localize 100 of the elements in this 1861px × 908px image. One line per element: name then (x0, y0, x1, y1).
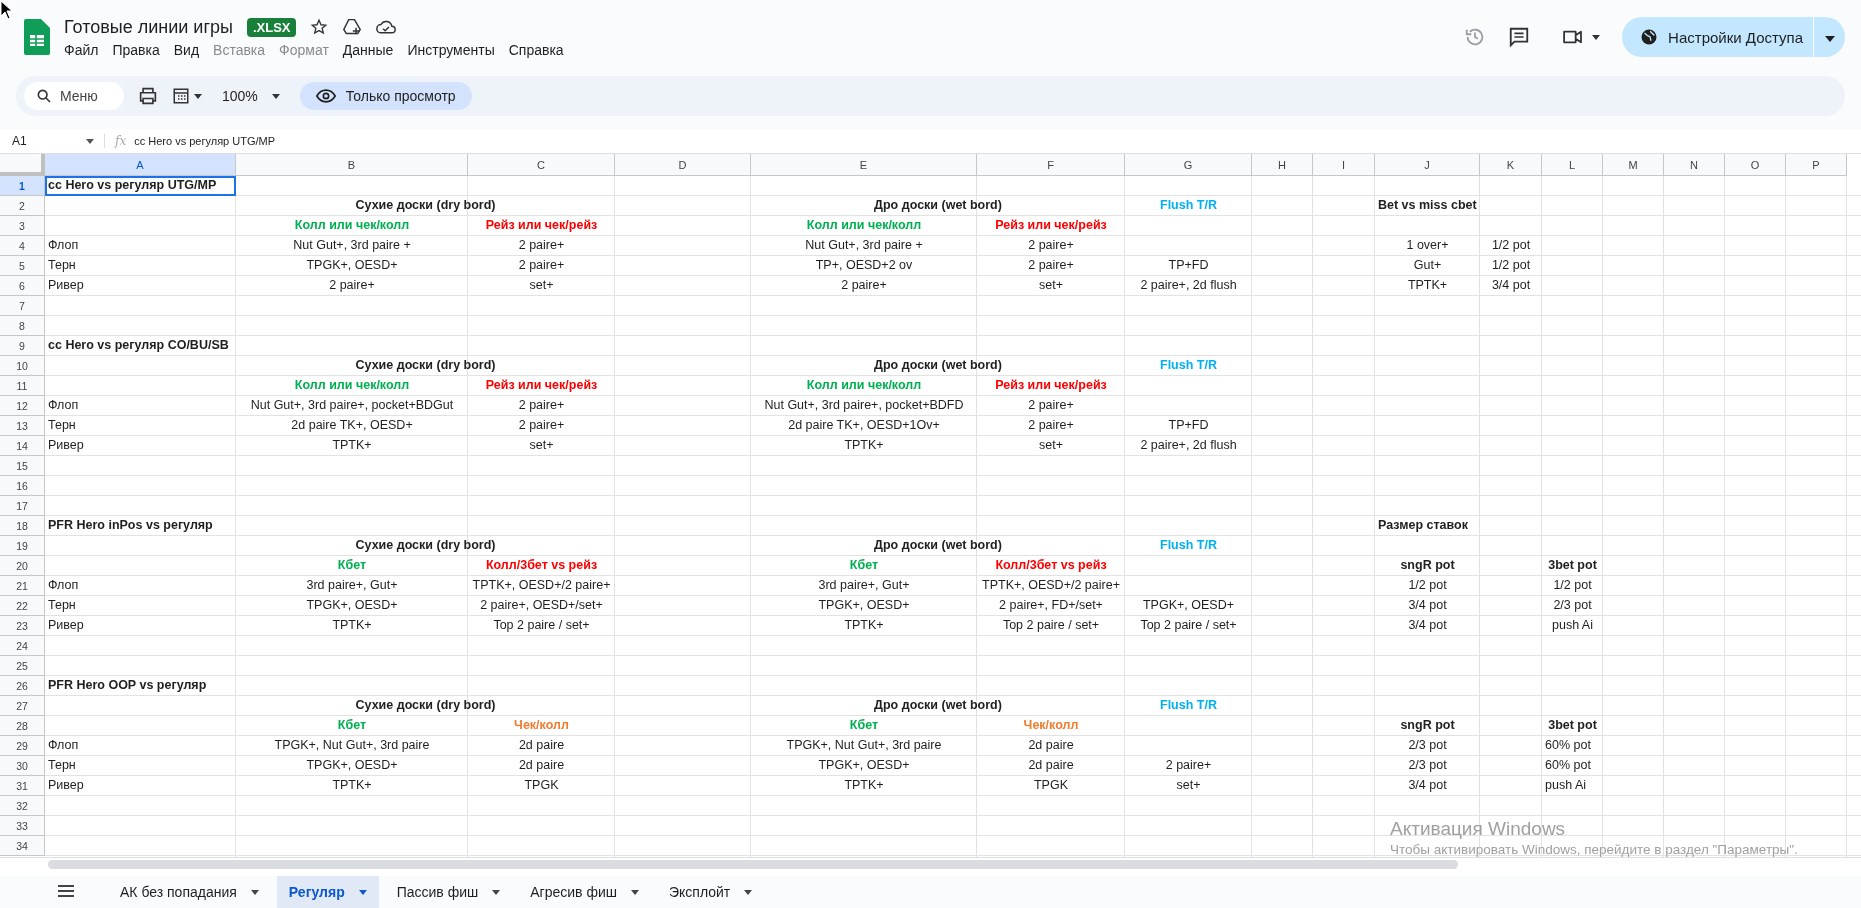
table-cell-text: Флоп (47, 737, 80, 754)
drive-add-icon[interactable] (342, 18, 363, 36)
row-header[interactable]: 1 (0, 176, 45, 196)
column-header[interactable]: L (1542, 154, 1603, 176)
table-cell-text: Чек/колл (513, 717, 570, 734)
row-header[interactable]: 28 (0, 716, 45, 736)
column-header[interactable]: M (1603, 154, 1664, 176)
table-cell-text: cc Hero vs регуляр CO/BU/SB (47, 337, 230, 354)
share-options-button[interactable] (1813, 17, 1845, 57)
row-header[interactable]: 19 (0, 536, 45, 556)
sheet-tab[interactable]: АК без попадания (108, 876, 271, 908)
row-header[interactable]: 33 (0, 816, 45, 836)
table-cell-text: TPGK (1032, 777, 1069, 794)
cloud-check-icon[interactable] (376, 19, 397, 35)
sheet-tab[interactable]: Регуляр (276, 876, 379, 908)
row-header[interactable]: 15 (0, 456, 45, 476)
row-header[interactable]: 11 (0, 376, 45, 396)
table-cell-text: 2/3 pot (1407, 757, 1448, 774)
share-button[interactable]: Настройки Доступа (1622, 17, 1813, 57)
column-header[interactable]: F (977, 154, 1125, 176)
row-header[interactable]: 5 (0, 256, 45, 276)
spreadsheet-logo-icon[interactable] (24, 19, 50, 55)
star-icon[interactable] (310, 18, 329, 36)
document-title[interactable]: Готовые линии игры (64, 16, 233, 38)
row-header[interactable]: 13 (0, 416, 45, 436)
row-header[interactable]: 29 (0, 736, 45, 756)
row-header[interactable]: 3 (0, 216, 45, 236)
sheet-tab[interactable]: Пассив фиш (384, 876, 513, 908)
table-cell-text: sngR pot (1399, 717, 1456, 734)
column-header[interactable]: P (1786, 154, 1847, 176)
table-cell-text: Ривер (47, 617, 85, 634)
table-format-icon[interactable] (172, 87, 190, 105)
search-icon (36, 88, 52, 104)
cell-reference-box[interactable]: A1 (0, 134, 105, 148)
column-header[interactable]: O (1725, 154, 1786, 176)
horizontal-scrollbar[interactable] (48, 860, 1458, 869)
menu-item[interactable]: Инструменты (407, 41, 495, 58)
column-header[interactable]: H (1252, 154, 1313, 176)
column-header[interactable]: I (1313, 154, 1375, 176)
menu-icon (58, 884, 74, 897)
menu-item[interactable]: Файл (64, 41, 99, 58)
row-header[interactable]: 32 (0, 796, 45, 816)
formula-input[interactable]: cc Hero vs регуляр UTG/MP (134, 135, 276, 147)
row-header[interactable]: 7 (0, 296, 45, 316)
menu-item[interactable]: Вид (173, 41, 200, 58)
table-cell-text: Flush T/R (1159, 357, 1218, 374)
row-header[interactable]: 16 (0, 476, 45, 496)
column-header[interactable]: D (615, 154, 751, 176)
sheet-tab[interactable]: Эксплойт (657, 876, 765, 908)
caret-icon (271, 93, 280, 99)
column-header[interactable]: N (1664, 154, 1725, 176)
sheet-tab[interactable]: Агресив фиш (518, 876, 651, 908)
print-icon[interactable] (138, 87, 158, 105)
menu-search-field[interactable]: Меню (24, 82, 124, 110)
row-header[interactable]: 18 (0, 516, 45, 536)
row-header[interactable]: 14 (0, 436, 45, 456)
caret-icon (86, 138, 94, 144)
row-header[interactable]: 21 (0, 576, 45, 596)
view-only-button[interactable]: Только просмотр (299, 82, 472, 110)
row-header[interactable]: 30 (0, 756, 45, 776)
column-header[interactable]: J (1375, 154, 1480, 176)
column-header[interactable]: B (236, 154, 468, 176)
row-header[interactable]: 10 (0, 356, 45, 376)
table-cell-text: Bet vs miss cbet (1377, 197, 1478, 214)
row-header[interactable]: 24 (0, 636, 45, 656)
table-cell-text: Сухие доски (dry bord) (354, 357, 497, 374)
caret-icon[interactable] (1592, 34, 1601, 40)
row-header[interactable]: 8 (0, 316, 45, 336)
column-header[interactable]: E (751, 154, 977, 176)
column-header[interactable]: K (1480, 154, 1542, 176)
row-header[interactable]: 2 (0, 196, 45, 216)
table-cell-text: Flush T/R (1159, 197, 1218, 214)
column-header[interactable]: A (45, 154, 236, 176)
row-header[interactable]: 9 (0, 336, 45, 356)
row-header[interactable]: 31 (0, 776, 45, 796)
table-cell-text: Чек/колл (1022, 717, 1080, 734)
caret-icon[interactable] (194, 93, 202, 99)
menu-item[interactable]: Правка (112, 41, 160, 58)
column-header[interactable]: C (468, 154, 615, 176)
comment-icon[interactable] (1508, 26, 1531, 48)
row-header[interactable]: 25 (0, 656, 45, 676)
column-header[interactable]: G (1125, 154, 1252, 176)
row-header[interactable]: 4 (0, 236, 45, 256)
row-header[interactable]: 17 (0, 496, 45, 516)
row-header[interactable]: 22 (0, 596, 45, 616)
table-cell-text: 2d paire (517, 737, 566, 754)
row-header[interactable]: 20 (0, 556, 45, 576)
row-header[interactable]: 26 (0, 676, 45, 696)
row-header[interactable]: 34 (0, 836, 45, 856)
zoom-dropdown[interactable]: 100% (216, 87, 286, 105)
menu-item[interactable]: Данные (342, 41, 394, 58)
row-header[interactable]: 23 (0, 616, 45, 636)
row-header[interactable]: 27 (0, 696, 45, 716)
video-camera-icon[interactable] (1562, 29, 1585, 45)
table-cell-text: 1/2 pot (1407, 577, 1448, 594)
table-cell-text: 1/2 pot (1552, 577, 1593, 594)
table-cell-text: 2d paire TK+, OESD+1Ov+ (787, 417, 941, 434)
row-header[interactable]: 12 (0, 396, 45, 416)
menu-item[interactable]: Справка (508, 41, 564, 58)
row-header[interactable]: 6 (0, 276, 45, 296)
